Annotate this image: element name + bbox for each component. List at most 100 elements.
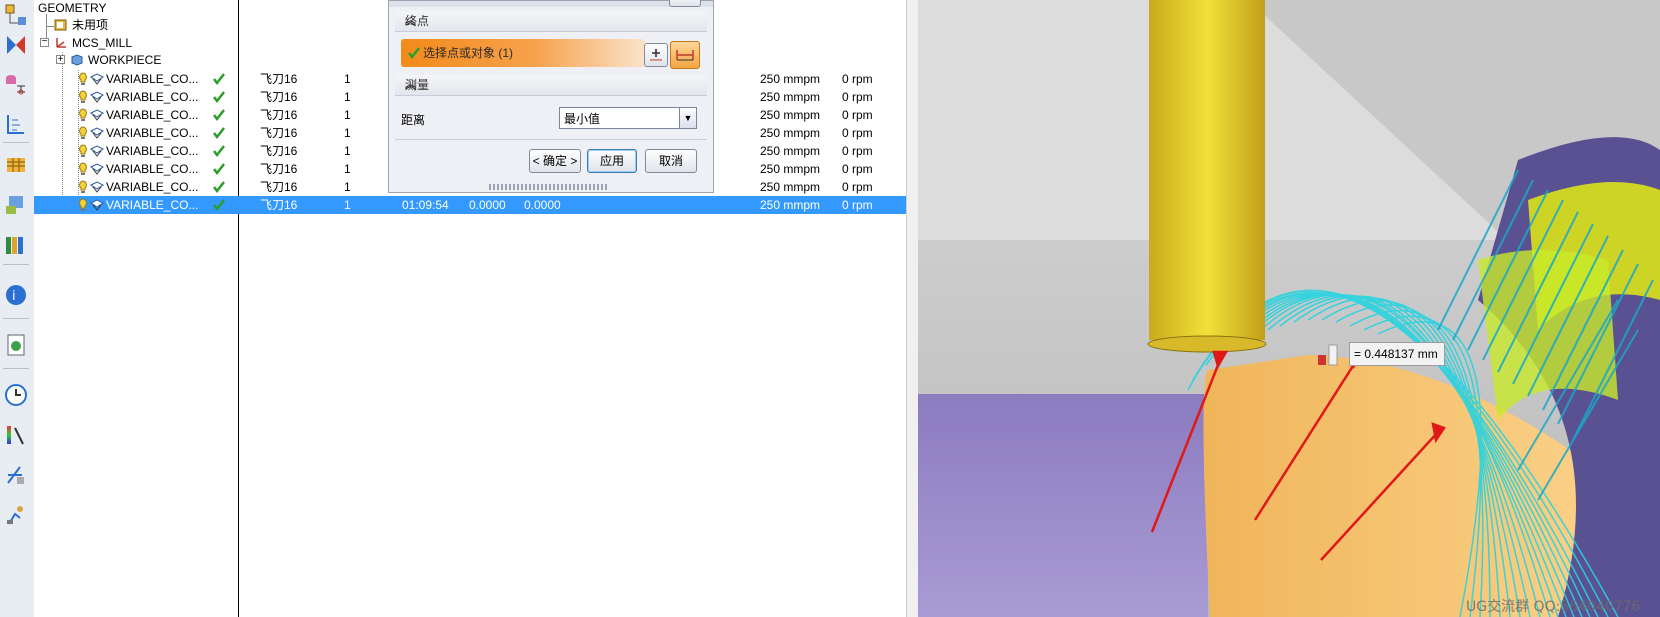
point-constructor-icon — [650, 49, 662, 61]
process-studio-icon[interactable] — [3, 462, 29, 488]
operation-feed: 250 mmpm — [760, 72, 821, 86]
operation-value-2: 0.0000 — [524, 198, 561, 212]
distance-label: 距离 — [401, 113, 426, 127]
operation-name: VARIABLE_CO... — [106, 144, 199, 158]
variable-contour-icon — [90, 163, 104, 175]
graphics-window[interactable]: = 0.448137 mm UG交流群 QQ:564040776 — [918, 0, 1660, 617]
ok-button[interactable]: < 确定 > — [529, 149, 581, 173]
operation-value-1: 0.0000 — [469, 198, 506, 212]
geometry-view-icon[interactable] — [3, 2, 29, 28]
operation-tool: 飞刀16 — [260, 108, 298, 122]
operation-path: 1 — [344, 198, 351, 212]
checkmark-icon — [213, 181, 225, 194]
variable-contour-icon — [90, 127, 104, 139]
chevron-down-icon[interactable]: ▼ — [679, 108, 696, 128]
checkmark-icon — [213, 73, 225, 86]
variable-contour-icon — [90, 91, 104, 103]
operation-path: 1 — [344, 180, 351, 194]
collapse-chevron-icon[interactable]: ︽ — [405, 11, 701, 31]
operation-speed: 0 rpm — [842, 108, 873, 122]
distance-readout: = 0.448137 mm — [1349, 342, 1445, 366]
operation-name: VARIABLE_CO... — [106, 162, 199, 176]
point-dialog-button[interactable] — [644, 43, 668, 67]
operation-path: 1 — [344, 144, 351, 158]
left-toolbar: i — [0, 0, 35, 617]
web-browser-icon[interactable] — [3, 332, 29, 358]
assembly-navigator-icon[interactable] — [3, 192, 29, 218]
inferred-point-button[interactable] — [670, 41, 700, 69]
machine-tool-view-icon[interactable] — [3, 32, 29, 58]
history-icon[interactable] — [3, 382, 29, 408]
operation-time: 01:09:54 — [402, 198, 449, 212]
expand-icon[interactable]: + — [56, 55, 65, 65]
point-snap-icon — [676, 50, 694, 61]
light-bulb-icon — [79, 126, 87, 139]
operation-row[interactable]: VARIABLE_CO... 飞刀16 1 01:09:54 0.0000 0.0000 2… — [34, 196, 906, 214]
operation-feed: 250 mmpm — [760, 108, 821, 122]
light-bulb-icon — [79, 108, 87, 121]
tree-node-label: WORKPIECE — [88, 53, 162, 67]
operation-feed: 250 mmpm — [760, 180, 821, 194]
hd3d-tools-icon[interactable]: i — [3, 282, 29, 308]
variable-contour-icon — [90, 181, 104, 193]
collapse-icon[interactable]: − — [40, 37, 49, 47]
select-object-field[interactable]: 选择点或对象 (1) — [401, 39, 645, 67]
distance-type-select[interactable]: 最小值 ▼ — [559, 107, 697, 129]
cancel-button[interactable]: 取消 — [645, 149, 697, 173]
endpoint-section-header[interactable]: 终点 ︽ — [395, 11, 707, 32]
program-order-view-icon[interactable] — [3, 72, 29, 98]
tree-node-label: MCS_MILL — [72, 36, 133, 50]
operation-path: 1 — [344, 108, 351, 122]
dialog-resize-grip[interactable] — [489, 184, 609, 190]
checkmark-icon — [408, 47, 420, 60]
operation-name: VARIABLE_CO... — [106, 126, 199, 140]
part-navigator-icon[interactable] — [3, 152, 29, 178]
mcs-axis-icon — [56, 38, 66, 48]
operation-path: 1 — [344, 72, 351, 86]
operation-tool: 飞刀16 — [260, 72, 298, 86]
checkmark-icon — [213, 91, 225, 104]
variable-contour-icon — [90, 199, 104, 211]
checkmark-icon — [213, 199, 225, 212]
operation-feed: 250 mmpm — [760, 90, 821, 104]
light-bulb-icon — [79, 180, 87, 193]
model-view — [918, 0, 1660, 617]
svg-text:i: i — [12, 289, 16, 304]
variable-contour-icon — [90, 109, 104, 121]
operation-tool: 飞刀16 — [260, 90, 298, 104]
method-view-icon[interactable] — [3, 112, 29, 138]
light-bulb-icon — [79, 144, 87, 157]
variable-contour-icon — [90, 145, 104, 157]
operation-feed: 250 mmpm — [760, 198, 821, 212]
operation-path: 1 — [344, 126, 351, 140]
system-materials-icon[interactable] — [3, 422, 29, 448]
roles-icon[interactable] — [3, 502, 29, 528]
distance-type-value: 最小值 — [564, 112, 601, 126]
measure-section-header[interactable]: 测量 ︽ — [395, 75, 707, 96]
operation-speed: 0 rpm — [842, 72, 873, 86]
operation-tool: 飞刀16 — [260, 180, 298, 194]
operation-speed: 0 rpm — [842, 162, 873, 176]
tree-node-label: 未用项 — [72, 18, 109, 32]
operation-speed: 0 rpm — [842, 126, 873, 140]
light-bulb-icon — [79, 162, 87, 175]
measure-distance-dialog: 终点 ︽ 选择点或对象 (1) 测量 ︽ 距离 最小值 ▼ < 确定 > 应用 … — [388, 0, 714, 193]
light-bulb-icon — [79, 90, 87, 103]
operation-speed: 0 rpm — [842, 180, 873, 194]
operation-tool: 飞刀16 — [260, 198, 298, 212]
operation-speed: 0 rpm — [842, 144, 873, 158]
checkmark-icon — [213, 109, 225, 122]
apply-button[interactable]: 应用 — [587, 149, 637, 173]
operation-tool: 飞刀16 — [260, 126, 298, 140]
operation-name: VARIABLE_CO... — [106, 198, 199, 212]
operation-speed: 0 rpm — [842, 198, 873, 212]
select-object-label: 选择点或对象 (1) — [423, 46, 514, 60]
light-bulb-icon — [79, 198, 87, 211]
operation-name: VARIABLE_CO... — [106, 72, 199, 86]
dialog-top-button[interactable] — [669, 0, 701, 7]
collapse-chevron-icon[interactable]: ︽ — [405, 75, 701, 95]
variable-contour-icon — [90, 73, 104, 85]
operation-path: 1 — [344, 162, 351, 176]
checkmark-icon — [213, 163, 225, 176]
reuse-library-icon[interactable] — [3, 232, 29, 258]
